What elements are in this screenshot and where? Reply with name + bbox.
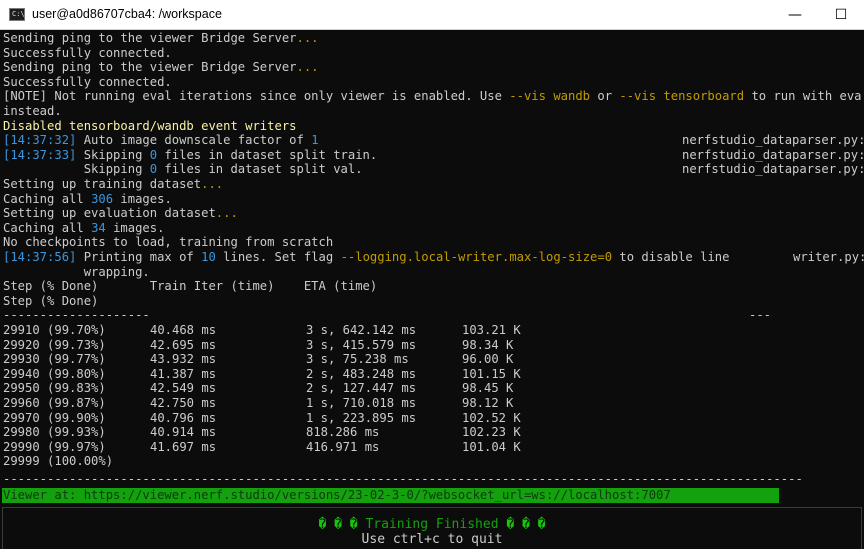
table-cell-rate: 101.15 K: [462, 366, 521, 381]
table-cell-eta: 818.286 ms: [306, 425, 380, 440]
log-line: Setting up evaluation dataset...: [3, 206, 238, 221]
table-cell-step: 29950 (99.83%): [3, 381, 106, 396]
minimize-icon: —: [788, 7, 802, 23]
log-line: Sending ping to the viewer Bridge Server…: [3, 60, 319, 75]
log-line: Caching all 34 images.: [3, 220, 165, 235]
viewer-url-link[interactable]: Viewer at: https://viewer.nerf.studio/ve…: [3, 488, 671, 503]
log-line: Successfully connected.: [3, 45, 172, 60]
disabled-writers-line: Disabled tensorboard/wandb event writers: [3, 118, 297, 133]
table-cell-iter: 41.387 ms: [150, 366, 217, 381]
window-title: user@a0d86707cba4: /workspace: [32, 7, 222, 21]
table-cell-iter: 41.697 ms: [150, 439, 217, 454]
table-cell-rate: 103.21 K: [462, 323, 521, 337]
table-divider: --------------------: [3, 308, 150, 323]
source-ref: nerfstudio_dataparser.py:: [682, 147, 864, 162]
table-cell-step: 29940 (99.80%): [3, 366, 106, 381]
table-cell-eta: 2 s, 483.248 ms: [306, 366, 417, 381]
table-divider: ---: [749, 308, 772, 323]
table-cell-rate: 102.23 K: [462, 425, 521, 440]
terminal-app-icon: C:\: [9, 8, 25, 21]
log-line: Sending ping to the viewer Bridge Server…: [3, 31, 319, 45]
table-cell-eta: 416.971 ms: [306, 439, 380, 454]
table-cell-step: 29970 (99.90%): [3, 410, 106, 425]
separator-line: ----------------------------------------…: [3, 472, 803, 486]
table-cell-eta: 3 s, 75.238 ms: [306, 352, 409, 367]
table-cell-step: 29920 (99.73%): [3, 337, 106, 352]
table-header: Step (% Done) Train Iter (time) ETA (tim…: [3, 279, 378, 294]
note-line-cont: instead.: [3, 104, 62, 118]
log-line: Successfully connected.: [3, 74, 172, 89]
table-header: Step (% Done): [3, 293, 99, 308]
table-cell-step: 29960 (99.87%): [3, 396, 106, 410]
log-line: [14:37:56] Printing max of 10 lines. Set…: [3, 250, 730, 264]
source-ref: nerfstudio_dataparser.py:: [682, 162, 864, 177]
table-cell-rate: 98.12 K: [462, 396, 514, 410]
table-cell-rate: 96.00 K: [462, 352, 514, 367]
table-cell-iter: 42.549 ms: [150, 381, 217, 396]
table-cell-iter: 42.750 ms: [150, 396, 217, 410]
maximize-button[interactable]: ☐: [818, 0, 864, 30]
table-cell-iter: 43.932 ms: [150, 352, 217, 367]
log-line: Caching all 306 images.: [3, 191, 172, 206]
table-cell-rate: 98.34 K: [462, 337, 514, 352]
log-line: [14:37:32] Auto image downscale factor o…: [3, 133, 319, 148]
table-cell-iter: 42.695 ms: [150, 337, 217, 352]
note-line: [NOTE] Not running eval iterations since…: [3, 89, 862, 104]
training-finished-banner: � � � Training Finished � � �: [318, 517, 546, 532]
source-ref: nerfstudio_dataparser.py:: [682, 133, 864, 148]
quit-hint: Use ctrl+c to quit: [361, 532, 503, 547]
table-cell-eta: 3 s, 415.579 ms: [306, 337, 417, 352]
source-ref: writer.py:: [793, 250, 864, 264]
window-titlebar: C:\ user@a0d86707cba4: /workspace — ☐: [0, 0, 864, 30]
minimize-button[interactable]: —: [772, 0, 818, 30]
table-cell-eta: 3 s, 642.142 ms: [306, 323, 417, 337]
table-cell-iter: 40.914 ms: [150, 425, 217, 440]
table-cell-step: 29930 (99.77%): [3, 352, 106, 367]
log-line: wrapping.: [3, 264, 150, 279]
table-cell-step: 29980 (99.93%): [3, 425, 106, 440]
table-cell-iter: 40.468 ms: [150, 323, 217, 337]
table-cell-eta: 1 s, 710.018 ms: [306, 396, 417, 410]
log-line: Skipping 0 files in dataset split val.: [3, 162, 363, 177]
table-cell-step: 29999 (100.00%): [3, 454, 114, 469]
table-cell-rate: 98.45 K: [462, 381, 514, 396]
maximize-icon: ☐: [834, 7, 848, 23]
table-cell-eta: 1 s, 223.895 ms: [306, 410, 417, 425]
log-line: No checkpoints to load, training from sc…: [3, 235, 334, 250]
table-cell-step: 29990 (99.97%): [3, 439, 106, 454]
log-line: [14:37:33] Skipping 0 files in dataset s…: [3, 147, 378, 162]
table-cell-step: 29910 (99.70%): [3, 323, 106, 337]
table-cell-iter: 40.796 ms: [150, 410, 217, 425]
table-cell-rate: 101.04 K: [462, 439, 521, 454]
table-cell-rate: 102.52 K: [462, 410, 521, 425]
table-cell-eta: 2 s, 127.447 ms: [306, 381, 417, 396]
log-line: Setting up training dataset...: [3, 177, 224, 191]
terminal-output[interactable]: Sending ping to the viewer Bridge Server…: [0, 30, 864, 549]
